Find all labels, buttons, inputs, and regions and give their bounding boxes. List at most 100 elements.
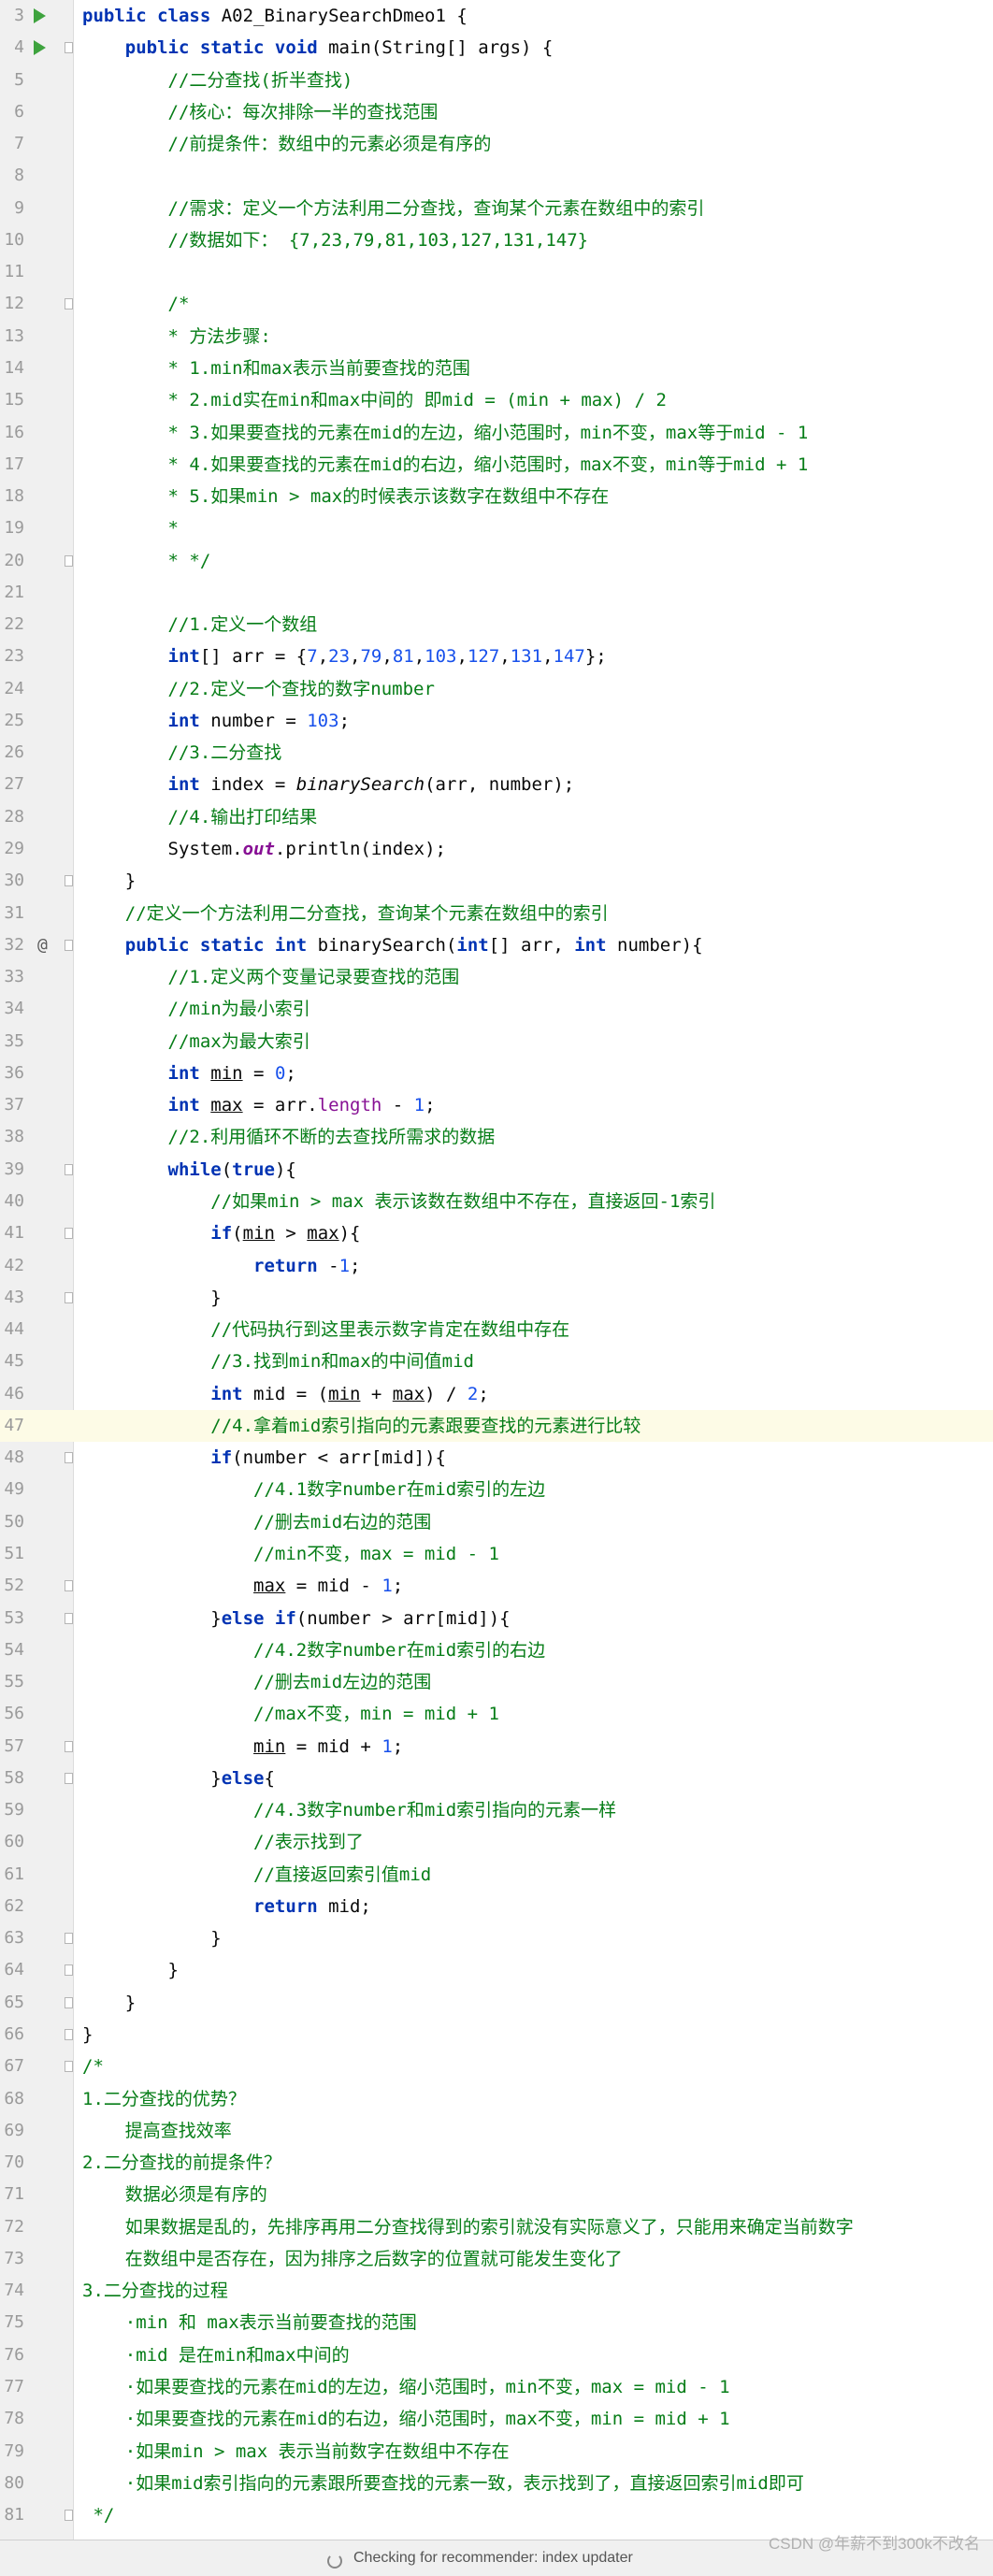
code-line[interactable]: 47 //4.拿着mid索引指向的元素跟要查找的元素进行比较 xyxy=(0,1409,993,1442)
code-line[interactable]: 11 xyxy=(0,256,993,288)
code-line[interactable]: 38 //2.利用循环不断的去查找所需求的数据 xyxy=(0,1121,993,1153)
fold-toggle-icon[interactable] xyxy=(65,42,73,54)
fold-toggle-icon[interactable] xyxy=(65,1996,73,2008)
code-line[interactable]: 29 System.out.println(index); xyxy=(0,833,993,865)
fold-toggle-icon[interactable] xyxy=(65,2510,73,2522)
code-line[interactable]: 3 public class A02_BinarySearchDmeo1 { xyxy=(0,0,993,32)
code-line[interactable]: 40 //如果min > max 表示该数在数组中不存在，直接返回-1索引 xyxy=(0,1186,993,1217)
fold-toggle-icon[interactable] xyxy=(65,1163,73,1175)
code-line[interactable]: 65 } xyxy=(0,1987,993,2019)
code-line[interactable]: 20 * */ xyxy=(0,545,993,577)
code-line[interactable]: 37 int max = arr.length - 1; xyxy=(0,1089,993,1121)
code-line[interactable]: 36 int min = 0; xyxy=(0,1058,993,1089)
code-line[interactable]: 77 ·如果要查找的元素在mid的左边，缩小范围时，min不变，max = mi… xyxy=(0,2371,993,2403)
run-gutter-icon[interactable] xyxy=(34,40,46,56)
code-line[interactable]: 43 } xyxy=(0,1282,993,1314)
code-line[interactable]: 75 ·min 和 max表示当前要查找的范围 xyxy=(0,2307,993,2339)
code-line[interactable]: 72 如果数据是乱的，先排序再用二分查找得到的索引就没有实际意义了，只能用来确定… xyxy=(0,2211,993,2243)
fold-toggle-icon[interactable] xyxy=(65,1228,73,1240)
code-line[interactable]: 42 return -1; xyxy=(0,1250,993,1282)
code-line[interactable]: 59 //4.3数字number和mid索引指向的元素一样 xyxy=(0,1794,993,1826)
code-line[interactable]: 35 //max为最大索引 xyxy=(0,1026,993,1058)
code-line[interactable]: 26 //3.二分查找 xyxy=(0,737,993,769)
code-line[interactable]: 44 //代码执行到这里表示数字肯定在数组中存在 xyxy=(0,1314,993,1346)
code-line[interactable]: 46 int mid = (min + max) / 2; xyxy=(0,1378,993,1410)
fold-toggle-icon[interactable] xyxy=(65,875,73,887)
code-line[interactable]: 66} xyxy=(0,2019,993,2051)
code-line[interactable]: 70 2.二分查找的前提条件？ xyxy=(0,2147,993,2179)
code-line[interactable]: 7 //前提条件：数组中的元素必须是有序的 xyxy=(0,128,993,160)
code-line[interactable]: 62 return mid; xyxy=(0,1891,993,1922)
code-line[interactable]: 18 * 5.如果min > max的时候表示该数字在数组中不存在 xyxy=(0,481,993,512)
code-line[interactable]: 81 */ xyxy=(0,2499,993,2531)
code-editor[interactable]: 3 public class A02_BinarySearchDmeo1 {4 p… xyxy=(0,0,993,2556)
code-line[interactable]: 74 3.二分查找的过程 xyxy=(0,2275,993,2307)
code-line[interactable]: 51 //min不变，max = mid - 1 xyxy=(0,1538,993,1570)
code-line[interactable]: 57 min = mid + 1; xyxy=(0,1731,993,1763)
code-line[interactable]: 15 * 2.mid实在min和max中间的 即mid = (min + max… xyxy=(0,384,993,416)
fold-toggle-icon[interactable] xyxy=(65,939,73,951)
code-line[interactable]: 76 ·mid 是在min和max中间的 xyxy=(0,2339,993,2371)
code-line[interactable]: 50 //删去mid右边的范围 xyxy=(0,1506,993,1538)
code-line[interactable]: 28 //4.输出打印结果 xyxy=(0,801,993,833)
code-line[interactable]: 25 int number = 103; xyxy=(0,705,993,737)
code-line[interactable]: 60 //表示找到了 xyxy=(0,1826,993,1858)
code-line[interactable]: 5 //二分查找(折半查找) xyxy=(0,65,993,96)
fold-toggle-icon[interactable] xyxy=(65,2061,73,2073)
fold-toggle-icon[interactable] xyxy=(65,1612,73,1624)
code-line[interactable]: 80 ·如果mid索引指向的元素跟所要查找的元素一致，表示找到了，直接返回索引m… xyxy=(0,2468,993,2499)
code-line[interactable]: 56 //max不变，min = mid + 1 xyxy=(0,1698,993,1730)
code-line[interactable]: 61 //直接返回索引值mid xyxy=(0,1859,993,1891)
code-line[interactable]: 9 //需求：定义一个方法利用二分查找，查询某个元素在数组中的索引 xyxy=(0,193,993,224)
code-line[interactable]: 73 在数组中是否存在，因为排序之后数字的位置就可能发生变化了 xyxy=(0,2243,993,2275)
code-line[interactable]: 69 提高查找效率 xyxy=(0,2115,993,2147)
fold-toggle-icon[interactable] xyxy=(65,1740,73,1752)
run-gutter-icon[interactable] xyxy=(34,8,46,23)
fold-toggle-icon[interactable] xyxy=(65,1580,73,1592)
code-line[interactable]: 24 //2.定义一个查找的数字number xyxy=(0,673,993,705)
annotation-gutter-icon[interactable]: @ xyxy=(37,929,48,961)
code-line[interactable]: 16 * 3.如果要查找的元素在mid的左边，缩小范围时，min不变，max等于… xyxy=(0,417,993,449)
fold-toggle-icon[interactable] xyxy=(65,1933,73,1945)
code-line[interactable]: 55 //删去mid左边的范围 xyxy=(0,1666,993,1698)
fold-toggle-icon[interactable] xyxy=(65,1964,73,1977)
code-line[interactable]: 34 //min为最小索引 xyxy=(0,993,993,1025)
code-line[interactable]: 58 }else{ xyxy=(0,1763,993,1794)
fold-toggle-icon[interactable] xyxy=(65,1452,73,1464)
code-line[interactable]: 33 //1.定义两个变量记录要查找的范围 xyxy=(0,961,993,993)
code-line[interactable]: 8 xyxy=(0,160,993,192)
code-line[interactable]: 48 if(number < arr[mid]){ xyxy=(0,1442,993,1474)
code-line[interactable]: 22 //1.定义一个数组 xyxy=(0,609,993,640)
status-indexing-text[interactable]: Checking for recommender: index updater xyxy=(353,2550,633,2567)
code-line[interactable]: 14 * 1.min和max表示当前要查找的范围 xyxy=(0,353,993,384)
code-line[interactable]: 17 * 4.如果要查找的元素在mid的右边，缩小范围时，max不变，min等于… xyxy=(0,449,993,481)
code-line[interactable]: 63 } xyxy=(0,1922,993,1954)
code-line[interactable]: 78 ·如果要查找的元素在mid的右边，缩小范围时，max不变，min = mi… xyxy=(0,2403,993,2435)
code-line[interactable]: 52 max = mid - 1; xyxy=(0,1570,993,1602)
code-line[interactable]: 13 * 方法步骤: xyxy=(0,321,993,353)
fold-toggle-icon[interactable] xyxy=(65,1291,73,1303)
code-line[interactable]: 12 /* xyxy=(0,288,993,320)
code-line[interactable]: 21 xyxy=(0,577,993,609)
code-line[interactable]: 49 //4.1数字number在mid索引的左边 xyxy=(0,1474,993,1505)
fold-toggle-icon[interactable] xyxy=(65,298,73,310)
code-line[interactable]: 4 public static void main(String[] args)… xyxy=(0,32,993,64)
code-line[interactable]: 23 int[] arr = {7,23,79,81,103,127,131,1… xyxy=(0,640,993,672)
code-line[interactable]: 6 //核心：每次排除一半的查找范围 xyxy=(0,96,993,128)
code-line[interactable]: 68 1.二分查找的优势？ xyxy=(0,2083,993,2115)
code-line[interactable]: 79 ·如果min > max 表示当前数字在数组中不存在 xyxy=(0,2436,993,2468)
code-line[interactable]: 41 if(min > max){ xyxy=(0,1217,993,1249)
code-line[interactable]: 30 } xyxy=(0,865,993,897)
code-line[interactable]: 67 /* xyxy=(0,2051,993,2082)
code-line[interactable]: 53 }else if(number > arr[mid]){ xyxy=(0,1603,993,1634)
fold-toggle-icon[interactable] xyxy=(65,554,73,567)
code-line[interactable]: 31 //定义一个方法利用二分查找，查询某个元素在数组中的索引 xyxy=(0,898,993,929)
code-line[interactable]: 45 //3.找到min和max的中间值mid xyxy=(0,1346,993,1377)
fold-toggle-icon[interactable] xyxy=(65,2029,73,2040)
code-line[interactable]: 19 * xyxy=(0,512,993,544)
code-line[interactable]: 10 //数据如下： {7,23,79,81,103,127,131,147} xyxy=(0,224,993,256)
code-line[interactable]: 32 @ public static int binarySearch(int[]… xyxy=(0,929,993,961)
code-line[interactable]: 64 } xyxy=(0,1954,993,1986)
fold-toggle-icon[interactable] xyxy=(65,1772,73,1784)
code-line[interactable]: 71 数据必须是有序的 xyxy=(0,2179,993,2210)
